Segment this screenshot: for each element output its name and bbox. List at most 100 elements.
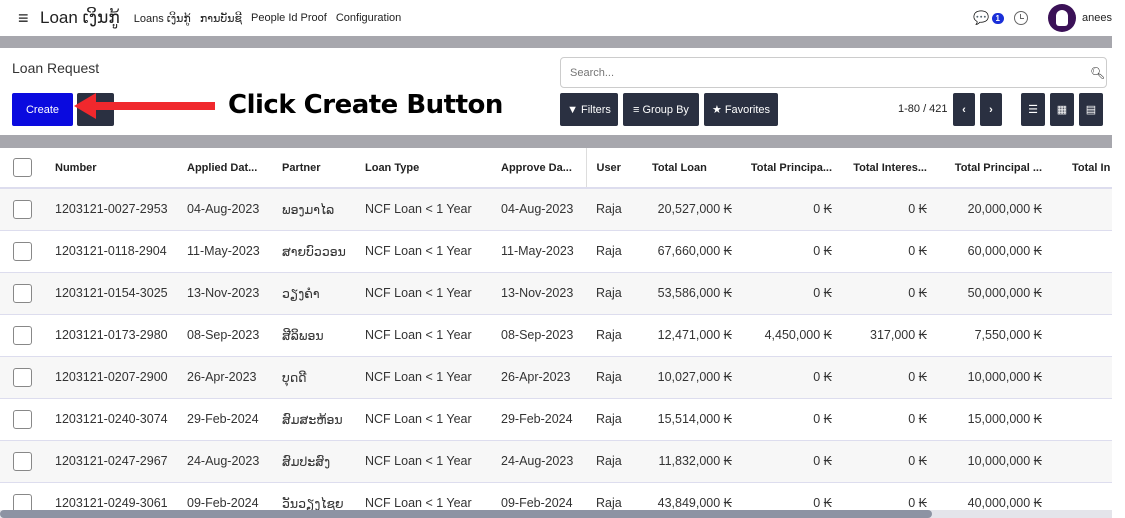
row-checkbox[interactable]: [13, 325, 32, 345]
app-title[interactable]: Loan ເງິນກູ້: [40, 8, 120, 28]
cell-number: 1203121-0118-2904: [55, 230, 187, 273]
cell-approve-date: 04-Aug-2023: [501, 188, 586, 231]
avatar[interactable]: [1048, 4, 1076, 32]
row-checkbox[interactable]: [13, 283, 32, 303]
kanban-view-button[interactable]: ▦: [1050, 93, 1074, 126]
create-button[interactable]: Create: [12, 93, 73, 126]
favorites-button[interactable]: ★ Favorites: [704, 93, 778, 126]
cell-approve-date: 13-Nov-2023: [501, 272, 586, 315]
cell-total-principal: 10,000,000 ₭: [935, 440, 1050, 483]
column-header[interactable]: Applied Dat...: [187, 148, 282, 189]
cell-applied-date: 11-May-2023: [187, 230, 282, 273]
row-checkbox[interactable]: [13, 451, 32, 471]
cell-number: 1203121-0247-2967: [55, 440, 187, 483]
column-header[interactable]: Loan Type: [365, 148, 501, 189]
menu-configuration[interactable]: Configuration: [336, 12, 401, 24]
filters-label: Filters: [580, 103, 611, 116]
column-header[interactable]: Total Principal ...: [935, 148, 1050, 189]
cell-user: Raja: [586, 440, 642, 483]
cell-total-interest-paid: 0 ₭: [840, 398, 935, 441]
cell-number: 1203121-0207-2900: [55, 356, 187, 399]
filters-button[interactable]: ▼ Filters: [560, 93, 618, 126]
cell-partner: ສົມປະສົງ: [282, 440, 365, 483]
divider: [0, 135, 1112, 148]
cell-partner: ສົມສະຫ້ອນ: [282, 398, 365, 441]
next-page-button[interactable]: ›: [980, 93, 1002, 126]
cell-total-loan: 20,527,000 ₭: [642, 188, 740, 231]
cell-loan-type: NCF Loan < 1 Year: [365, 398, 501, 441]
cell-partner: ສີລິພອນ: [282, 314, 365, 357]
cell-applied-date: 29-Feb-2024: [187, 398, 282, 441]
cell-user: Raja: [586, 398, 642, 441]
column-header[interactable]: Total In: [1050, 148, 1112, 189]
cell-total-principal-paid: 0 ₭: [740, 188, 840, 231]
column-header[interactable]: Total Loan: [642, 148, 740, 189]
column-header[interactable]: User: [586, 148, 642, 189]
prev-page-button[interactable]: ‹: [953, 93, 975, 126]
cell-total-interest: 15: [1050, 314, 1112, 357]
column-header[interactable]: Partner: [282, 148, 365, 189]
cell-loan-type: NCF Loan < 1 Year: [365, 188, 501, 231]
table-row[interactable]: 1203121-0247-2967 24-Aug-2023 ສົມປະສົງ NCF …: [0, 440, 1112, 483]
cell-user: Raja: [586, 272, 642, 315]
cell-loan-type: NCF Loan < 1 Year: [365, 314, 501, 357]
cell-loan-type: NCF Loan < 1 Year: [365, 272, 501, 315]
menu-icon[interactable]: ≡: [18, 8, 34, 29]
cell-total-principal-paid: 0 ₭: [740, 272, 840, 315]
cell-total-interest: 7,66: [1050, 230, 1112, 273]
menu-accounting[interactable]: ການບັນຊີ: [200, 12, 242, 25]
grid-view-button[interactable]: ▤: [1079, 93, 1103, 126]
menu-loans[interactable]: Loans ເງິນກູ້: [134, 12, 191, 25]
cell-total-principal: 10,000,000 ₭: [935, 356, 1050, 399]
select-all-checkbox[interactable]: [13, 158, 32, 177]
cell-loan-type: NCF Loan < 1 Year: [365, 356, 501, 399]
cell-total-interest-paid: 317,000 ₭: [840, 314, 935, 357]
table-row[interactable]: 1203121-0173-2980 08-Sep-2023 ສີລິພອນ NCF L…: [0, 314, 1112, 357]
column-header[interactable]: Number: [55, 148, 187, 189]
cell-total-loan: 12,471,000 ₭: [642, 314, 740, 357]
row-checkbox[interactable]: [13, 367, 32, 387]
table-row[interactable]: 1203121-0154-3025 13-Nov-2023 ວຽງຄໍາ NCF Lo…: [0, 272, 1112, 315]
search-icon[interactable]: 🔍︎: [1090, 66, 1105, 80]
cell-total-loan: 15,514,000 ₭: [642, 398, 740, 441]
cell-total-interest-paid: 0 ₭: [840, 440, 935, 483]
cell-total-interest-paid: 0 ₭: [840, 356, 935, 399]
annotation-arrow-icon: [74, 93, 215, 119]
column-header[interactable]: Approve Da...: [501, 148, 587, 189]
cell-applied-date: 04-Aug-2023: [187, 188, 282, 231]
table-row[interactable]: 1203121-0207-2900 26-Apr-2023 ບຸດດີ NCF Loa…: [0, 356, 1112, 399]
list-icon: ≡: [633, 103, 640, 116]
row-checkbox[interactable]: [13, 199, 32, 219]
cell-total-principal-paid: 4,450,000 ₭: [740, 314, 840, 357]
cell-user: Raja: [586, 356, 642, 399]
cell-user: Raja: [586, 188, 642, 231]
row-checkbox[interactable]: [13, 241, 32, 261]
cell-approve-date: 29-Feb-2024: [501, 398, 586, 441]
scrollbar-thumb[interactable]: [0, 510, 932, 518]
list-view-button[interactable]: ☰: [1021, 93, 1045, 126]
cell-total-interest-paid: 0 ₭: [840, 230, 935, 273]
messages-icon[interactable]: 💬: [973, 10, 989, 26]
clock-icon[interactable]: [1014, 11, 1028, 25]
group-by-button[interactable]: ≡ Group By: [623, 93, 699, 126]
divider: [0, 36, 1112, 48]
cell-total-principal-paid: 0 ₭: [740, 398, 840, 441]
table-row[interactable]: 1203121-0027-2953 04-Aug-2023 ພອງມາໄລ NCF L…: [0, 188, 1112, 231]
cell-total-principal: 50,000,000 ₭: [935, 272, 1050, 315]
row-checkbox[interactable]: [13, 409, 32, 429]
table-row[interactable]: 1203121-0240-3074 29-Feb-2024 ສົມສະຫ້ອນ NCF…: [0, 398, 1112, 441]
cell-total-interest-paid: 0 ₭: [840, 188, 935, 231]
table-row[interactable]: 1203121-0118-2904 11-May-2023 ສາຍບົວວອນ NCF…: [0, 230, 1112, 273]
user-name[interactable]: anees: [1082, 12, 1112, 24]
star-icon: ★: [711, 104, 722, 116]
cell-partner: ວຽງຄໍາ: [282, 272, 365, 315]
cell-total-interest: 51: [1050, 398, 1112, 441]
cell-total-loan: 67,660,000 ₭: [642, 230, 740, 273]
cell-user: Raja: [586, 314, 642, 357]
top-navbar: ≡ Loan ເງິນກູ້ Loans ເງິນກູ້ ການບັນຊີ Pe…: [0, 0, 1112, 36]
column-header[interactable]: Total Interes...: [840, 148, 935, 189]
menu-people-id-proof[interactable]: People Id Proof: [251, 12, 327, 24]
search-input[interactable]: [560, 57, 1107, 88]
page-title: Loan Request: [12, 60, 100, 76]
column-header[interactable]: Total Principa...: [740, 148, 840, 189]
